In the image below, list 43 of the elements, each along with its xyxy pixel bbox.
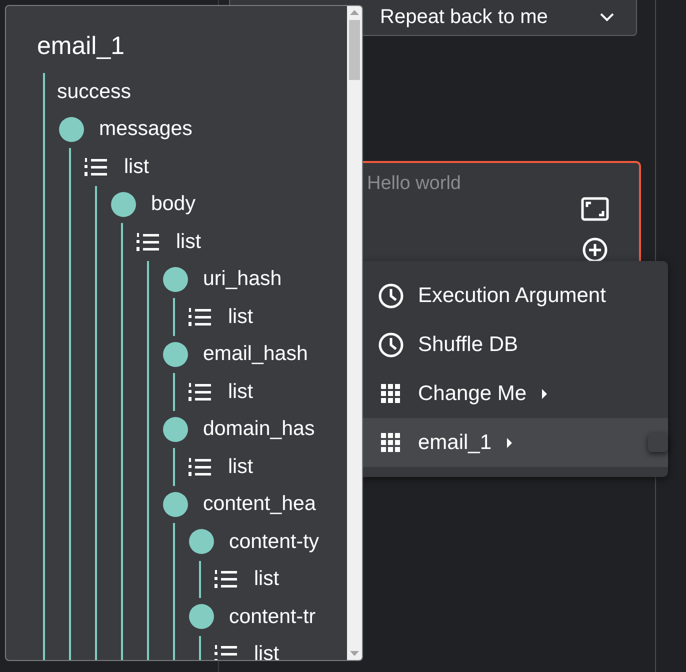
chevron-down-icon xyxy=(600,13,614,22)
numbered-list-icon xyxy=(187,382,213,402)
menu-item[interactable]: Change Me xyxy=(362,369,668,418)
tree-node-label[interactable]: list xyxy=(228,304,254,329)
numbered-list-icon xyxy=(135,232,161,252)
dot-icon xyxy=(163,342,188,367)
menu-item[interactable]: Shuffle DB xyxy=(362,320,668,369)
tree-node-label[interactable]: success xyxy=(57,80,132,104)
tree-node-label[interactable]: messages xyxy=(99,117,192,142)
numbered-list-icon xyxy=(213,569,239,590)
tree-node-label[interactable]: domain_has xyxy=(203,417,315,442)
add-circle-icon[interactable] xyxy=(582,237,608,263)
clock-icon xyxy=(378,282,404,308)
dot-icon xyxy=(163,492,188,517)
tree-node-label[interactable]: list xyxy=(254,567,280,592)
numbered-list-icon xyxy=(83,156,109,177)
tree-node-label[interactable]: list xyxy=(124,154,150,179)
scrollbar-thumb[interactable] xyxy=(349,20,360,80)
fullscreen-icon[interactable] xyxy=(581,197,609,221)
menu-item[interactable]: email_1 xyxy=(362,418,668,467)
numbered-list-icon xyxy=(187,456,213,477)
dot-icon xyxy=(111,192,136,217)
tree-node-label[interactable]: uri_hash xyxy=(203,267,282,292)
dot-icon xyxy=(59,116,84,142)
numbered-list-icon xyxy=(187,306,213,327)
tree-node-label[interactable]: content_hea xyxy=(203,492,316,516)
tree-node-label[interactable]: email_hash xyxy=(203,342,308,366)
dot-icon xyxy=(189,604,214,630)
dot-icon xyxy=(163,266,188,292)
scrollbar[interactable] xyxy=(347,6,362,660)
tree-node-label[interactable]: list xyxy=(228,454,254,479)
dot-icon xyxy=(163,416,188,442)
tree-node-label[interactable]: list xyxy=(176,230,202,254)
clock-icon xyxy=(378,332,404,358)
tree-title: email_1 xyxy=(36,31,126,62)
tree-node-label[interactable]: list xyxy=(228,380,254,404)
tree-node-label[interactable]: content-ty xyxy=(229,530,320,554)
tree-node-label[interactable]: body xyxy=(151,192,196,216)
dot-icon xyxy=(189,529,214,554)
drag-handle[interactable] xyxy=(648,433,668,452)
tree-node-label[interactable]: content-tr xyxy=(229,604,316,629)
menu-item[interactable]: Execution Argument xyxy=(362,271,668,320)
numbered-list-icon xyxy=(213,644,239,660)
